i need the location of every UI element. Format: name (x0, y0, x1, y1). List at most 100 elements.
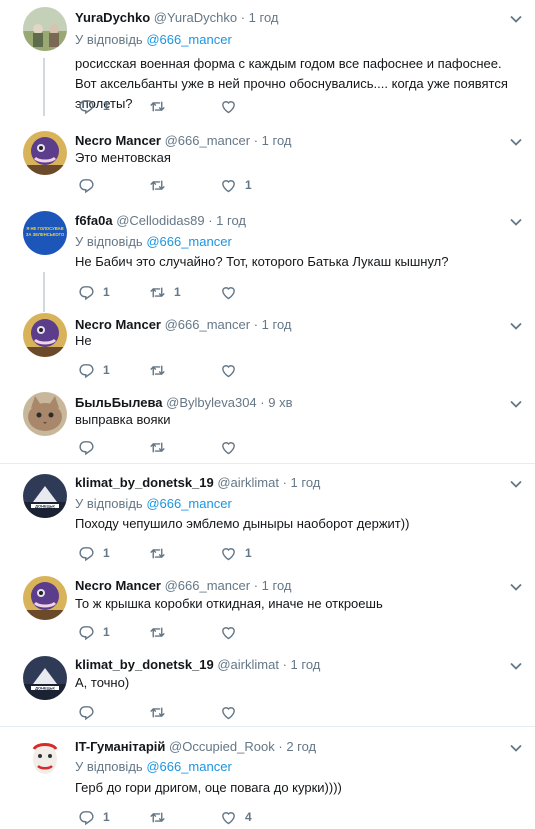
avatar[interactable] (23, 737, 67, 781)
like-count: 1 (245, 178, 252, 192)
retweet-button[interactable] (149, 544, 174, 562)
svg-text:Я НЕ ГОЛОСУВАВ: Я НЕ ГОЛОСУВАВ (26, 226, 63, 231)
reply-icon (78, 809, 95, 826)
like-button[interactable]: 4 (220, 808, 252, 826)
tweet[interactable]: ДОНЕЦЬК klimat_by_donetsk_19 @airklimat … (0, 464, 535, 566)
retweet-button[interactable] (149, 808, 174, 826)
like-button[interactable]: 1 (220, 544, 252, 562)
reply-button[interactable]: 1 (78, 544, 110, 562)
user-handle[interactable]: @666_mancer (165, 578, 250, 593)
reply-button[interactable] (78, 438, 103, 456)
user-handle[interactable]: @airklimat (217, 657, 279, 672)
like-button[interactable] (220, 438, 245, 456)
display-name[interactable]: klimat_by_donetsk_19 (75, 475, 214, 490)
user-handle[interactable]: @666_mancer (165, 133, 250, 148)
avatar[interactable] (23, 131, 67, 175)
like-button[interactable] (220, 97, 245, 115)
display-name[interactable]: БыльБылева (75, 395, 163, 410)
retweet-icon (149, 284, 166, 301)
retweet-icon (149, 624, 166, 641)
like-button[interactable]: 1 (220, 176, 252, 194)
reply-mention[interactable]: @666_mancer (146, 759, 231, 774)
user-handle[interactable]: @Bylbyleva304 (166, 395, 257, 410)
timestamp[interactable]: 1 год (262, 133, 292, 148)
reply-mention[interactable]: @666_mancer (146, 496, 231, 511)
avatar[interactable]: ДОНЕЦЬК (23, 656, 67, 700)
tweet[interactable]: Necro Mancer @666_mancer · 1 год Это мен… (0, 124, 535, 204)
reply-icon (78, 704, 95, 721)
retweet-button[interactable] (149, 361, 174, 379)
like-count: 4 (245, 810, 252, 824)
chevron-down-icon[interactable] (509, 215, 523, 229)
retweet-button[interactable] (149, 438, 174, 456)
display-name[interactable]: Necro Mancer (75, 317, 161, 332)
chevron-down-icon[interactable] (509, 477, 523, 491)
chevron-down-icon[interactable] (509, 135, 523, 149)
reply-button[interactable]: 1 (78, 623, 110, 641)
chevron-down-icon[interactable] (509, 659, 523, 673)
reply-icon (78, 98, 95, 115)
avatar[interactable]: Я НЕ ГОЛОСУВАВ ЗА ЗЕЛЕНСЬКОГО (23, 211, 67, 255)
user-handle[interactable]: @Cellodidas89 (116, 213, 204, 228)
chevron-down-icon[interactable] (509, 580, 523, 594)
display-name[interactable]: IT-Гуманітарій (75, 739, 165, 754)
heart-icon (220, 362, 237, 379)
avatar[interactable] (23, 7, 67, 51)
reply-button[interactable] (78, 703, 103, 721)
retweet-button[interactable] (149, 623, 174, 641)
display-name[interactable]: klimat_by_donetsk_19 (75, 657, 214, 672)
like-button[interactable] (220, 361, 245, 379)
user-handle[interactable]: @666_mancer (165, 317, 250, 332)
display-name[interactable]: Necro Mancer (75, 133, 161, 148)
tweet[interactable]: ДОНЕЦЬК klimat_by_donetsk_19 @airklimat … (0, 646, 535, 726)
timestamp[interactable]: 1 год (262, 578, 292, 593)
retweet-button[interactable] (149, 703, 174, 721)
retweet-button[interactable] (149, 97, 174, 115)
creature-icon (23, 131, 67, 175)
chevron-down-icon[interactable] (509, 741, 523, 755)
reply-button[interactable]: 1 (78, 97, 110, 115)
reply-icon (78, 362, 95, 379)
retweet-button[interactable] (149, 176, 174, 194)
reply-mention[interactable]: @666_mancer (146, 32, 231, 47)
heart-icon (220, 98, 237, 115)
tweet[interactable]: YuraDychko @YuraDychko · 1 год У відпові… (0, 0, 535, 124)
display-name[interactable]: f6fa0a (75, 213, 113, 228)
retweet-icon (149, 704, 166, 721)
timestamp[interactable]: 1 год (216, 213, 246, 228)
display-name[interactable]: Necro Mancer (75, 578, 161, 593)
tweet-text: То ж крышка коробки откидная, иначе не о… (75, 596, 383, 611)
tweet[interactable]: Я НЕ ГОЛОСУВАВ ЗА ЗЕЛЕНСЬКОГО f6fa0a @Cel… (0, 204, 535, 304)
reply-button[interactable]: 1 (78, 808, 110, 826)
tweet[interactable]: Necro Mancer @666_mancer · 1 год Не 1 (0, 304, 535, 384)
like-button[interactable] (220, 623, 245, 641)
timestamp[interactable]: 1 год (291, 657, 321, 672)
tweet[interactable]: БыльБылева @Bylbyleva304 · 9 хв выправка… (0, 384, 535, 464)
user-handle[interactable]: @YuraDychko (154, 10, 237, 25)
retweet-button[interactable]: 1 (149, 283, 181, 301)
reply-button[interactable]: 1 (78, 361, 110, 379)
reply-mention[interactable]: @666_mancer (146, 234, 231, 249)
timestamp[interactable]: 2 год (286, 739, 316, 754)
reply-button[interactable] (78, 176, 103, 194)
tweet[interactable]: IT-Гуманітарій @Occupied_Rook · 2 год У … (0, 727, 535, 829)
user-handle[interactable]: @Occupied_Rook (169, 739, 275, 754)
chevron-down-icon[interactable] (509, 397, 523, 411)
like-button[interactable] (220, 703, 245, 721)
user-handle[interactable]: @airklimat (217, 475, 279, 490)
timestamp[interactable]: 9 хв (268, 395, 292, 410)
avatar[interactable] (23, 392, 67, 436)
timestamp[interactable]: 1 год (249, 10, 279, 25)
retweet-icon (149, 177, 166, 194)
timestamp[interactable]: 1 год (291, 475, 321, 490)
display-name[interactable]: YuraDychko (75, 10, 150, 25)
tweet[interactable]: Necro Mancer @666_mancer · 1 год То ж кр… (0, 566, 535, 646)
avatar[interactable] (23, 576, 67, 620)
creature-icon (23, 313, 67, 357)
chevron-down-icon[interactable] (509, 12, 523, 26)
reply-button[interactable]: 1 (78, 283, 110, 301)
avatar[interactable]: ДОНЕЦЬК (23, 474, 67, 518)
like-button[interactable] (220, 283, 245, 301)
avatar[interactable] (23, 313, 67, 357)
timestamp[interactable]: 1 год (262, 317, 292, 332)
